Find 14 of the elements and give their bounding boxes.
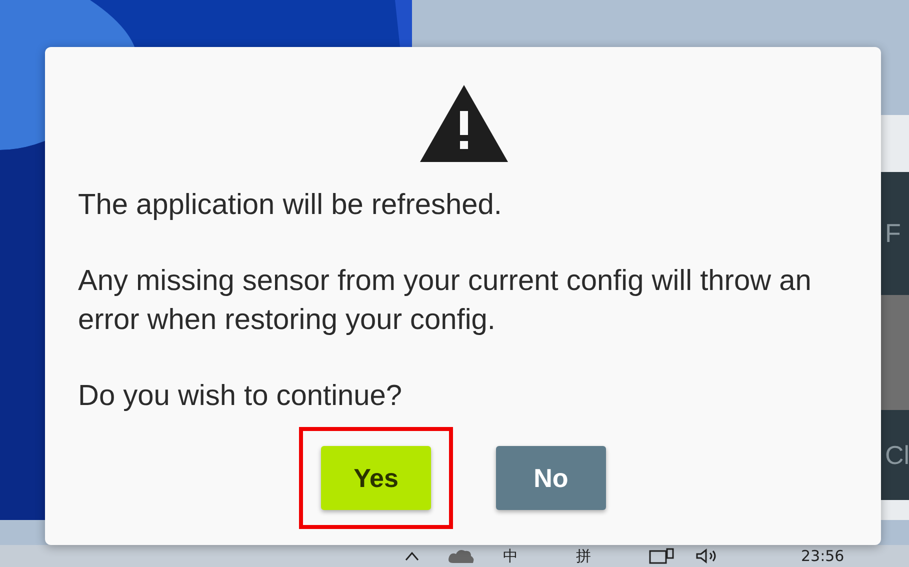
dialog-message: Do you wish to continue? xyxy=(78,379,404,414)
warning-icon xyxy=(420,85,508,162)
dialog-message: Any missing sensor from your current config will throw an error when restoring your config. xyxy=(78,264,812,338)
panel-header: F xyxy=(881,172,909,295)
ime-mode[interactable]: 中 xyxy=(503,547,518,565)
no-button[interactable]: No xyxy=(496,446,606,510)
chevron-up-icon[interactable] xyxy=(405,551,419,561)
ime-name[interactable]: 拼 xyxy=(576,547,591,565)
yes-button[interactable]: Yes xyxy=(321,446,431,510)
clock[interactable]: 23:56 xyxy=(801,547,844,565)
panel-header: Cl xyxy=(881,410,909,500)
dialog-message: The application will be refreshed. xyxy=(78,188,503,223)
network-icon[interactable] xyxy=(649,548,675,564)
cloud-icon[interactable] xyxy=(447,548,475,564)
